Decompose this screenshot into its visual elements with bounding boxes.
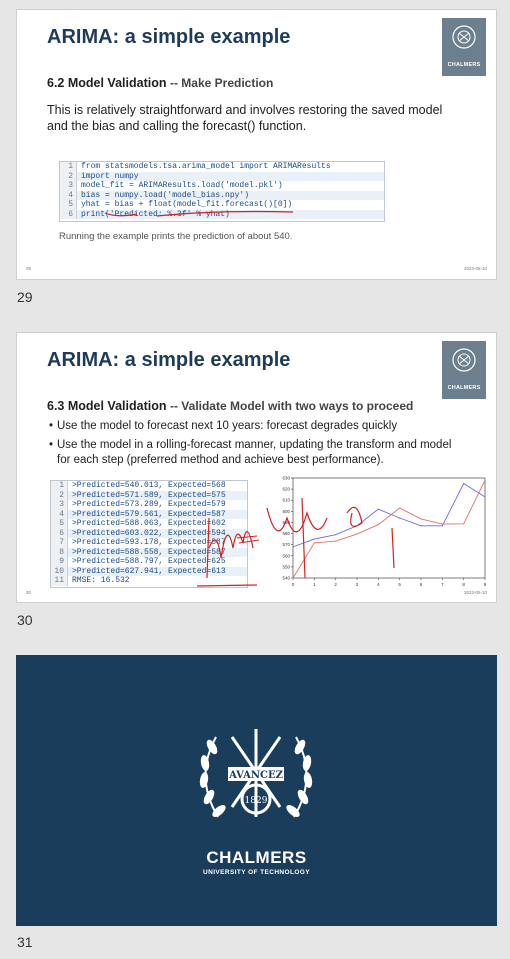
code-line: 1 from statsmodels.tsa.arima_model import… bbox=[60, 162, 384, 172]
svg-text:AVANCEZ: AVANCEZ bbox=[228, 770, 283, 781]
slide-footer-left: 30 bbox=[26, 590, 32, 595]
slide-subtitle: 6.3 Model Validation -- Validate Model w… bbox=[47, 399, 414, 413]
subtitle-bold: 6.3 Model Validation bbox=[47, 399, 167, 413]
data-point bbox=[484, 479, 486, 481]
subtitle-rest: Make Prediction bbox=[181, 76, 274, 90]
data-point bbox=[463, 523, 465, 525]
slide-thumbnail-31[interactable]: AVANCEZ 1829 CHALMERS UNIVERSITY OF TECH… bbox=[16, 655, 497, 926]
data-point bbox=[441, 525, 443, 527]
chalmers-seal-icon: AVANCEZ 1829 bbox=[199, 729, 313, 818]
slide-thumbnail-30[interactable]: ARIMA: a simple example CHALMERS 6.3 Mod… bbox=[16, 332, 497, 603]
chalmers-seal-icon bbox=[452, 25, 476, 49]
chalmers-wordmark: CHALMERS bbox=[206, 848, 307, 867]
slide-number-29: 29 bbox=[17, 289, 33, 305]
chalmers-tagline: UNIVERSITY OF TECHNOLOGY bbox=[203, 869, 310, 876]
slide-footer-date: 2023-05-10 bbox=[463, 590, 487, 595]
slide-subtitle: 6.2 Model Validation -- Make Prediction bbox=[47, 76, 274, 90]
slide-number-30: 30 bbox=[17, 612, 33, 628]
chalmers-logo: CHALMERS bbox=[442, 341, 486, 399]
ink-annotation bbox=[104, 210, 294, 217]
bullet-item: Use the model to forecast next 10 years:… bbox=[49, 419, 457, 434]
slide-number-31: 31 bbox=[17, 934, 33, 950]
subtitle-rest: Validate Model with two ways to proceed bbox=[181, 399, 414, 413]
subtitle-bold: 6.2 Model Validation bbox=[47, 76, 167, 90]
bullet-item: Use the model in a rolling-forecast mann… bbox=[49, 438, 457, 468]
slide-title: ARIMA: a simple example bbox=[47, 26, 291, 48]
chalmers-seal-icon bbox=[452, 348, 476, 372]
chalmers-logo: CHALMERS bbox=[442, 18, 486, 76]
slide-body-text: This is relatively straightforward and i… bbox=[47, 103, 443, 133]
data-point bbox=[399, 507, 401, 509]
x-tick-label: 9 bbox=[484, 582, 487, 587]
logo-label: CHALMERS bbox=[447, 62, 481, 68]
data-point bbox=[441, 523, 443, 525]
slide-footer-left: 29 bbox=[26, 266, 32, 271]
data-point bbox=[399, 517, 401, 519]
slide-footer-date: 2023-05-10 bbox=[463, 266, 487, 271]
code-line: 4 bias = numpy.load('model_bias.npy') bbox=[60, 190, 384, 200]
y-tick-label: 630 bbox=[282, 476, 290, 481]
data-point bbox=[484, 496, 486, 498]
x-tick-label: 7 bbox=[441, 582, 444, 587]
x-tick-label: 6 bbox=[420, 582, 423, 587]
result-note: Running the example prints the predictio… bbox=[59, 231, 293, 242]
slide-thumbnail-29[interactable]: ARIMA: a simple example CHALMERS 6.2 Mod… bbox=[16, 9, 497, 280]
data-point bbox=[420, 518, 422, 520]
logo-label: CHALMERS bbox=[447, 385, 481, 391]
code-line: 2 import numpy bbox=[60, 171, 384, 181]
x-tick-label: 8 bbox=[462, 582, 465, 587]
svg-text:1829: 1829 bbox=[245, 796, 268, 806]
code-line: 3 model_fit = ARIMAResults.load('model.pk… bbox=[60, 181, 384, 191]
data-point bbox=[420, 525, 422, 527]
ink-annotation bbox=[197, 497, 395, 587]
slide-title: ARIMA: a simple example bbox=[47, 349, 291, 371]
data-point bbox=[463, 482, 465, 485]
x-tick-label: 5 bbox=[398, 582, 401, 587]
